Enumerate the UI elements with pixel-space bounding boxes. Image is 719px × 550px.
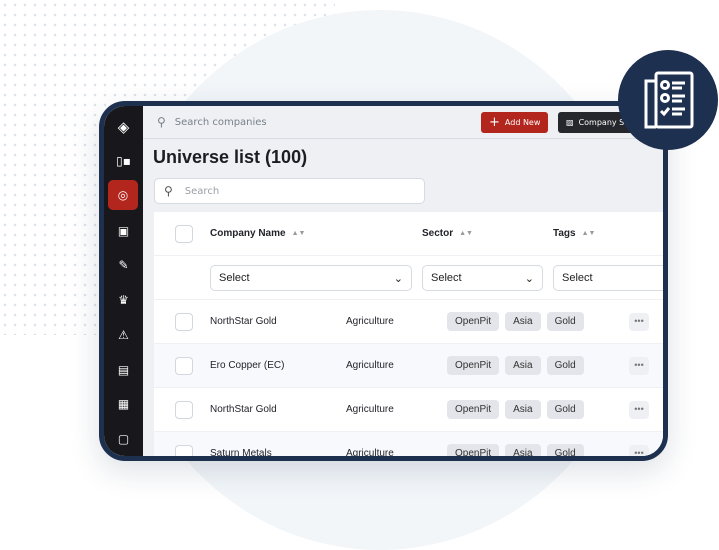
more-actions-button[interactable]: ••• [629, 445, 649, 456]
company-search-input[interactable]: Search companies [175, 117, 267, 128]
add-new-button[interactable]: + Add New [481, 112, 549, 133]
checklist-icon [644, 71, 694, 129]
universe-table: Company Name ▲▼ Sector ▲▼ Tags ▲▼ Select ⌄ S… [154, 212, 663, 456]
tag-pill[interactable]: Gold [546, 312, 584, 331]
select-value: Select [562, 272, 593, 284]
tag-pill[interactable]: Gold [546, 444, 584, 456]
page-icon[interactable]: ▢ [111, 426, 136, 451]
notes-icon[interactable]: ▦ [111, 391, 136, 416]
main-content: ⚲ Search companies + Add New ▨ Company S U… [143, 106, 663, 456]
page-title: Universe list (100) [153, 147, 308, 167]
tag-pill[interactable]: Gold [546, 356, 584, 375]
warning-icon[interactable]: ⚠ [111, 322, 136, 347]
column-sector[interactable]: Sector ▲▼ [422, 212, 473, 255]
row-checkbox[interactable] [175, 445, 193, 456]
list-search-input[interactable]: ⚲ Search [154, 178, 425, 204]
company-select-label: Company S [578, 118, 625, 127]
more-actions-button[interactable]: ••• [629, 357, 649, 375]
document-icon[interactable]: ▣ [111, 218, 136, 243]
table-row[interactable]: NorthStar Gold Agriculture OpenPit Asia Go… [154, 388, 663, 432]
tag-pill[interactable]: OpenPit [447, 356, 500, 375]
logo-icon[interactable]: ◈ [111, 114, 136, 139]
filter-row: Select ⌄ Select ⌄ Select [154, 256, 663, 300]
tag-pill[interactable]: Asia [505, 312, 541, 331]
tag-pill[interactable]: OpenPit [447, 444, 500, 456]
app-window: ◈ ▯▪ ◎ ▣ ✎ ♛ ⚠ ▤ ▦ ▢ ⚲ Search companies … [99, 101, 668, 461]
company-name[interactable]: Ero Copper (EC) [210, 344, 284, 387]
table-row[interactable]: NorthStar Gold Agriculture OpenPit Asia Go… [154, 300, 663, 344]
sector-value: Agriculture [346, 316, 394, 327]
company-header-label: Company Name [210, 228, 286, 239]
column-tags[interactable]: Tags ▲▼ [553, 212, 595, 255]
company-doc-icon: ▨ [566, 118, 574, 127]
tags-filter-select[interactable]: Select [553, 265, 663, 291]
select-value: Select [431, 272, 462, 284]
sort-icon: ▲▼ [291, 230, 306, 237]
table-header: Company Name ▲▼ Sector ▲▼ Tags ▲▼ [154, 212, 663, 256]
tag-pill[interactable]: Asia [505, 400, 541, 419]
company-filter-select[interactable]: Select ⌄ [210, 265, 412, 291]
more-actions-button[interactable]: ••• [629, 313, 649, 331]
sector-filter-select[interactable]: Select ⌄ [422, 265, 543, 291]
checklist-badge [618, 50, 718, 150]
chevron-down-icon: ⌄ [524, 272, 534, 285]
sector-value: Agriculture [346, 404, 394, 415]
row-checkbox[interactable] [175, 357, 193, 375]
sector-value: Agriculture [346, 360, 394, 371]
alert-bell-icon[interactable]: ♛ [111, 287, 136, 312]
tag-pill[interactable]: Asia [505, 356, 541, 375]
more-actions-button[interactable]: ••• [629, 401, 649, 419]
edit-note-icon[interactable]: ✎ [111, 252, 136, 277]
add-new-label: Add New [504, 118, 541, 127]
company-name[interactable]: NorthStar Gold [210, 300, 277, 343]
tags-cell: OpenPit Asia Gold [447, 344, 590, 387]
tags-cell: OpenPit Asia Gold [447, 300, 590, 343]
tag-pill[interactable]: Asia [505, 444, 541, 456]
file-icon[interactable]: ▤ [111, 357, 136, 382]
row-checkbox[interactable] [175, 401, 193, 419]
sector-value: Agriculture [346, 448, 394, 459]
search-icon: ⚲ [157, 115, 166, 129]
select-all-checkbox[interactable] [175, 225, 193, 243]
select-value: Select [219, 272, 250, 284]
dashboard-icon[interactable]: ▯▪ [111, 148, 136, 173]
tags-cell: OpenPit Asia Gold [447, 388, 590, 431]
chevron-down-icon: ⌄ [393, 272, 403, 285]
tags-cell: OpenPit Asia Gold [447, 432, 590, 456]
row-checkbox[interactable] [175, 313, 193, 331]
tag-pill[interactable]: OpenPit [447, 400, 500, 419]
column-company[interactable]: Company Name ▲▼ [210, 212, 305, 255]
tag-pill[interactable]: Gold [546, 400, 584, 419]
table-row[interactable]: Saturn Metals Agriculture OpenPit Asia Gol… [154, 432, 663, 459]
plus-icon: + [489, 115, 500, 130]
sidebar: ◈ ▯▪ ◎ ▣ ✎ ♛ ⚠ ▤ ▦ ▢ [104, 106, 143, 456]
sort-icon: ▲▼ [581, 230, 596, 237]
tag-pill[interactable]: OpenPit [447, 312, 500, 331]
sector-header-label: Sector [422, 228, 454, 239]
top-bar: ⚲ Search companies + Add New ▨ Company S [143, 106, 663, 139]
company-name[interactable]: Saturn Metals [210, 432, 272, 456]
sort-icon: ▲▼ [459, 230, 473, 237]
universe-icon[interactable]: ◎ [108, 180, 138, 210]
company-name[interactable]: NorthStar Gold [210, 388, 277, 431]
search-icon: ⚲ [164, 184, 173, 198]
tags-header-label: Tags [553, 228, 576, 239]
search-placeholder: Search [184, 185, 220, 197]
table-row[interactable]: Ero Copper (EC) Agriculture OpenPit Asia G… [154, 344, 663, 388]
